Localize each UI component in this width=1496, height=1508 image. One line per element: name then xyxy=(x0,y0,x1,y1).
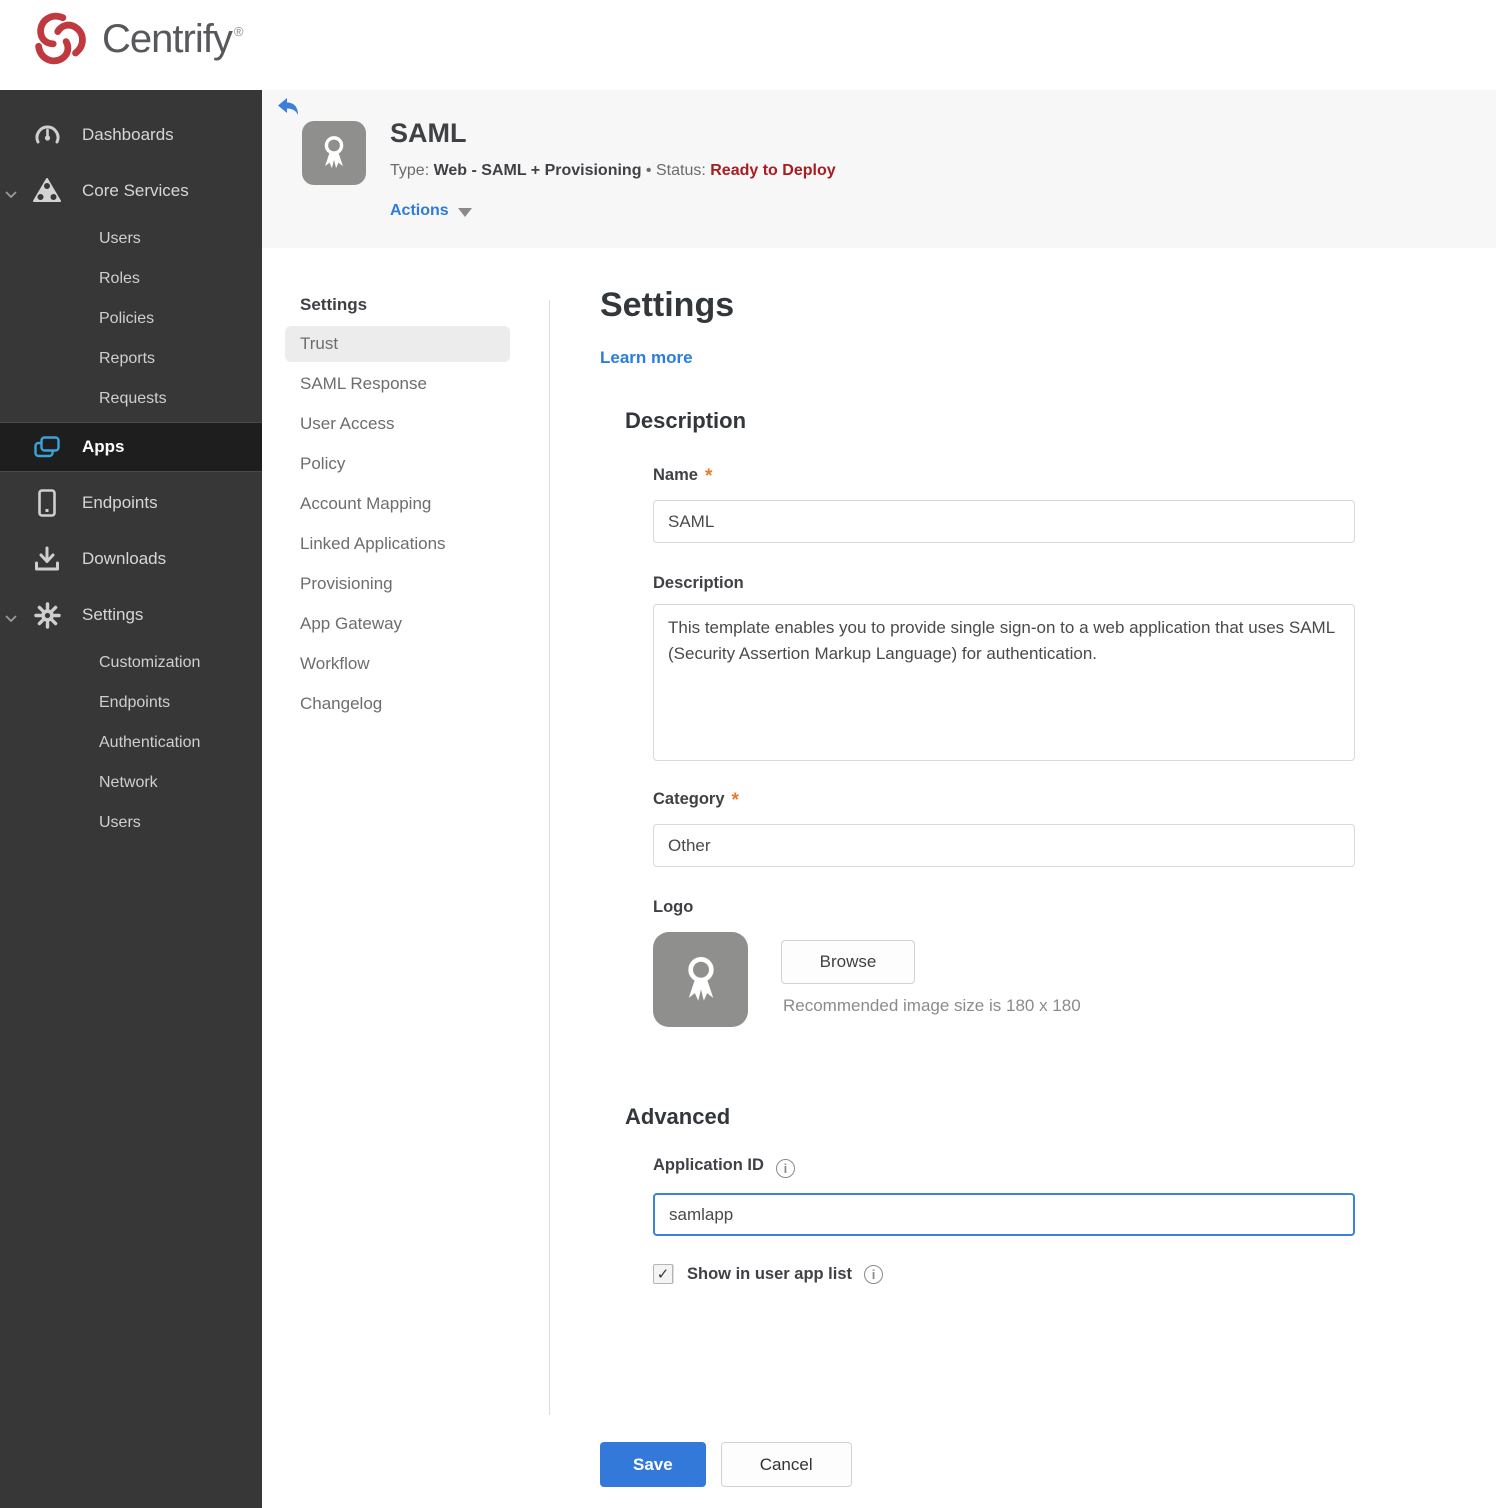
sidebar-item-network[interactable]: Network xyxy=(0,763,262,803)
form-footer: Save Cancel xyxy=(600,1442,852,1487)
ribbon-icon xyxy=(324,136,344,169)
browse-button[interactable]: Browse xyxy=(781,940,915,984)
sidebar-item-label: Downloads xyxy=(82,549,167,568)
subnav-item-changelog[interactable]: Changelog xyxy=(285,684,510,724)
show-in-user-app-list-checkbox[interactable]: ✓ xyxy=(653,1264,673,1284)
info-icon[interactable]: i xyxy=(775,1159,795,1178)
description-section-heading: Description xyxy=(625,408,747,433)
device-icon xyxy=(32,489,62,517)
core-services-submenu: Users Roles Policies Reports Requests xyxy=(0,219,262,419)
sidebar-item-downloads[interactable]: Downloads xyxy=(0,531,262,587)
sidebar-item-users-settings[interactable]: Users xyxy=(0,803,262,843)
category-label: Category * xyxy=(653,790,739,811)
subnav-heading: Settings xyxy=(300,295,368,314)
topbar: Centrify ® xyxy=(0,0,1496,90)
required-asterisk: * xyxy=(704,466,713,487)
ribbon-icon xyxy=(687,956,714,1001)
subnav-item-policy[interactable]: Policy xyxy=(285,444,510,484)
sidebar-item-roles[interactable]: Roles xyxy=(0,259,262,299)
application-id-label: Application ID i xyxy=(653,1156,795,1178)
page: SAML Type: Web - SAML + Provisioning • S… xyxy=(262,90,1496,1508)
back-arrow-icon[interactable] xyxy=(276,96,300,118)
sidebar-item-label: Settings xyxy=(82,605,144,624)
name-input[interactable] xyxy=(653,500,1355,543)
sidebar-item-authentication[interactable]: Authentication xyxy=(0,723,262,763)
show-in-user-app-list-label: Show in user app list xyxy=(687,1264,853,1283)
save-button[interactable]: Save xyxy=(600,1442,706,1487)
type-label: Type: xyxy=(390,162,430,179)
brand-logo: Centrify ® xyxy=(28,8,243,70)
subnav-item-trust[interactable]: Trust xyxy=(285,326,510,362)
sidebar-item-endpoints[interactable]: Endpoints xyxy=(0,475,262,531)
cancel-button[interactable]: Cancel xyxy=(720,1442,852,1487)
gear-icon xyxy=(32,601,62,629)
core-services-icon xyxy=(32,178,62,204)
required-asterisk: * xyxy=(731,790,739,811)
name-label: Name * xyxy=(653,466,713,487)
sidebar-item-core-services[interactable]: Core Services xyxy=(0,163,262,219)
actions-label: Actions xyxy=(390,202,449,219)
learn-more-link[interactable]: Learn more xyxy=(600,348,693,368)
logo-label: Logo xyxy=(653,898,694,916)
description-label: Description xyxy=(653,574,744,592)
sidebar-item-settings[interactable]: Settings xyxy=(0,587,262,643)
content-area: Settings Trust SAML Response User Access… xyxy=(262,248,1496,1508)
sidebar-item-requests[interactable]: Requests xyxy=(0,379,262,419)
brand-name: Centrify xyxy=(102,16,233,61)
gauge-icon xyxy=(32,123,62,147)
subnav-item-user-access[interactable]: User Access xyxy=(285,404,510,444)
app-title: SAML xyxy=(390,118,467,148)
subnav-item-saml-response[interactable]: SAML Response xyxy=(285,364,510,404)
app-meta: Type: Web - SAML + Provisioning • Status… xyxy=(390,162,836,180)
sidebar-item-policies[interactable]: Policies xyxy=(0,299,262,339)
subnav-item-account-mapping[interactable]: Account Mapping xyxy=(285,484,510,524)
sidebar: Dashboards Core Services Users Roles Pol… xyxy=(0,90,262,1508)
application-id-input[interactable] xyxy=(653,1193,1355,1236)
chevron-down-icon xyxy=(5,186,17,204)
recommended-size-text: Recommended image size is 180 x 180 xyxy=(783,996,1081,1015)
subnav-item-workflow[interactable]: Workflow xyxy=(285,644,510,684)
sidebar-item-users[interactable]: Users xyxy=(0,219,262,259)
app-logo-badge xyxy=(302,121,366,185)
sidebar-item-customization[interactable]: Customization xyxy=(0,643,262,683)
sidebar-item-label: Apps xyxy=(82,437,125,456)
download-icon xyxy=(32,546,62,572)
apps-icon xyxy=(32,436,62,458)
sidebar-item-label: Endpoints xyxy=(82,493,158,512)
sidebar-item-label: Dashboards xyxy=(82,125,174,144)
brand-trademark: ® xyxy=(233,23,244,39)
sidebar-item-apps[interactable]: Apps xyxy=(0,422,262,472)
sidebar-item-label: Core Services xyxy=(82,181,189,200)
description-textarea[interactable]: This template enables you to provide sin… xyxy=(653,604,1355,761)
advanced-section-heading: Advanced xyxy=(625,1104,731,1129)
status-value: Ready to Deploy xyxy=(710,162,836,179)
caret-down-icon xyxy=(457,207,472,217)
subnav-item-app-gateway[interactable]: App Gateway xyxy=(285,604,510,644)
category-input[interactable] xyxy=(653,824,1355,867)
subnav-item-linked-applications[interactable]: Linked Applications xyxy=(285,524,510,564)
settings-submenu: Customization Endpoints Authentication N… xyxy=(0,643,262,843)
chevron-down-icon xyxy=(5,610,17,628)
vertical-divider xyxy=(549,300,550,1415)
actions-dropdown[interactable]: Actions xyxy=(390,202,472,220)
app-logo-preview xyxy=(653,932,748,1027)
centrify-swirl-icon xyxy=(35,12,86,65)
meta-separator: • xyxy=(645,162,652,179)
sidebar-item-endpoints-settings[interactable]: Endpoints xyxy=(0,683,262,723)
info-icon[interactable]: i xyxy=(864,1264,884,1284)
page-title: Settings xyxy=(600,286,735,324)
sidebar-item-reports[interactable]: Reports xyxy=(0,339,262,379)
sidebar-item-dashboards[interactable]: Dashboards xyxy=(0,107,262,163)
show-in-user-app-list-row: ✓ Show in user app list i xyxy=(653,1264,884,1284)
settings-subnav: Settings Trust SAML Response User Access… xyxy=(285,295,533,724)
status-label: Status: xyxy=(655,162,706,179)
app-header: SAML Type: Web - SAML + Provisioning • S… xyxy=(262,90,1496,248)
subnav-item-provisioning[interactable]: Provisioning xyxy=(285,564,510,604)
type-value: Web - SAML + Provisioning xyxy=(433,162,642,179)
app-root: Centrify ® Dashboards Core Services User… xyxy=(0,0,1496,1508)
